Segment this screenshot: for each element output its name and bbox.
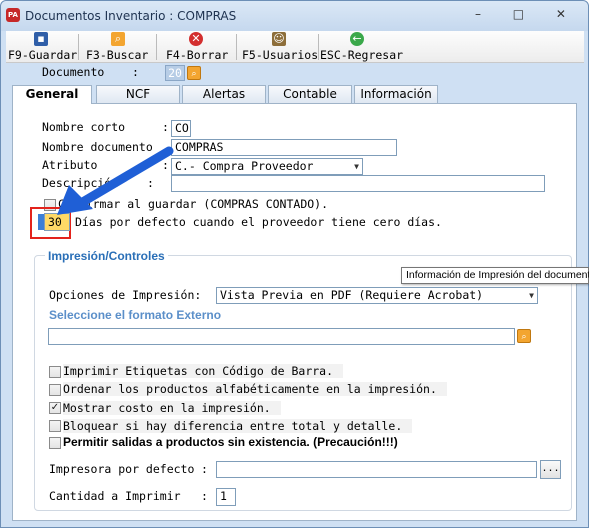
bloquear-checkbox[interactable] (49, 420, 61, 432)
app-icon: PA (6, 8, 20, 22)
documento-colon: : (132, 65, 139, 79)
formato-search-icon[interactable]: ⌕ (517, 329, 531, 343)
documento-number[interactable]: 20 (165, 65, 185, 81)
search-button[interactable]: ⌕ F3-Buscar (86, 31, 150, 63)
nombre-documento-input[interactable]: COMPRAS (171, 139, 397, 156)
save-button[interactable]: ▪ F9-Guardar (8, 31, 77, 63)
back-icon: ← (350, 32, 364, 46)
chevron-down-icon: ▼ (529, 291, 534, 300)
documento-row: Documento : 20 ⌕ (6, 63, 584, 83)
ordenar-checkbox[interactable] (49, 384, 61, 396)
atributo-value: C.- Compra Proveedor (175, 159, 314, 173)
impresora-browse-button[interactable]: ... (540, 460, 561, 479)
opciones-impresion-label: Opciones de Impresión: (49, 288, 202, 302)
chevron-down-icon: ▼ (354, 162, 359, 171)
atributo-select[interactable]: C.- Compra Proveedor ▼ (171, 158, 363, 175)
descripcion-input[interactable] (171, 175, 545, 192)
opciones-impresion-select[interactable]: Vista Previa en PDF (Requiere Acrobat) ▼ (216, 287, 538, 304)
mostrar-costo-label: Mostrar costo en la impresión. (63, 401, 281, 415)
impresora-input[interactable] (216, 461, 537, 478)
colon: : (201, 489, 208, 503)
cantidad-label: Cantidad a Imprimir (49, 489, 181, 503)
mostrar-costo-checkbox[interactable]: ✓ (49, 402, 61, 414)
tab-informacion[interactable]: Información (354, 85, 438, 103)
nombre-corto-label: Nombre corto (42, 120, 126, 134)
impresion-title: Impresión/Controles (45, 249, 168, 263)
toolbar-separator (78, 34, 79, 60)
formato-externo-input[interactable] (48, 328, 515, 345)
formato-externo-title: Seleccione el formato Externo (49, 308, 222, 322)
documento-search-icon[interactable]: ⌕ (187, 66, 201, 80)
permitir-salidas-checkbox[interactable] (49, 437, 61, 449)
colon: : (201, 462, 208, 476)
window: PA Documentos Inventario : COMPRAS – □ ✕… (0, 0, 589, 528)
tab-contable[interactable]: Contable (268, 85, 352, 103)
toolbar-separator (156, 34, 157, 60)
delete-button[interactable]: ✕ F4-Borrar (166, 31, 228, 63)
title-bar: PA Documentos Inventario : COMPRAS – □ ✕ (1, 1, 588, 31)
tab-general[interactable]: General (12, 85, 92, 104)
ordenar-label: Ordenar los productos alfabéticamente en… (63, 382, 447, 396)
permitir-salidas-label: Permitir salidas a productos sin existen… (63, 435, 408, 449)
etiquetas-label: Imprimir Etiquetas con Código de Barra. (63, 364, 344, 378)
toolbar: ▪ F9-Guardar ⌕ F3-Buscar ✕ F4-Borrar ☺ F… (6, 31, 584, 63)
nombre-corto-input[interactable]: CO (171, 120, 191, 137)
toolbar-separator (236, 34, 237, 60)
documento-label: Documento (42, 65, 105, 79)
cantidad-input[interactable]: 1 (216, 488, 236, 506)
users-icon: ☺ (272, 32, 286, 46)
back-button[interactable]: ← ESC-Regresar (320, 31, 403, 63)
search-icon: ⌕ (111, 32, 125, 46)
etiquetas-checkbox[interactable] (49, 366, 61, 378)
users-button[interactable]: ☺ F5-Usuarios (242, 31, 318, 63)
toolbar-separator (318, 34, 319, 60)
opciones-impresion-value: Vista Previa en PDF (Requiere Acrobat) (220, 288, 484, 302)
bloquear-label: Bloquear si hay diferencia entre total y… (63, 419, 413, 433)
tab-alertas[interactable]: Alertas (182, 85, 266, 103)
tab-ncf[interactable]: NCF (96, 85, 180, 103)
pointer-arrow-icon (57, 146, 174, 215)
delete-icon: ✕ (189, 32, 203, 46)
impresion-tooltip: Información de Impresión del documento (401, 267, 589, 284)
impresora-label: Impresora por defecto (49, 462, 195, 476)
save-icon: ▪ (34, 32, 48, 46)
window-controls[interactable]: – □ ✕ (475, 7, 580, 21)
window-title: Documentos Inventario : COMPRAS (25, 9, 237, 23)
colon: : (162, 120, 169, 134)
